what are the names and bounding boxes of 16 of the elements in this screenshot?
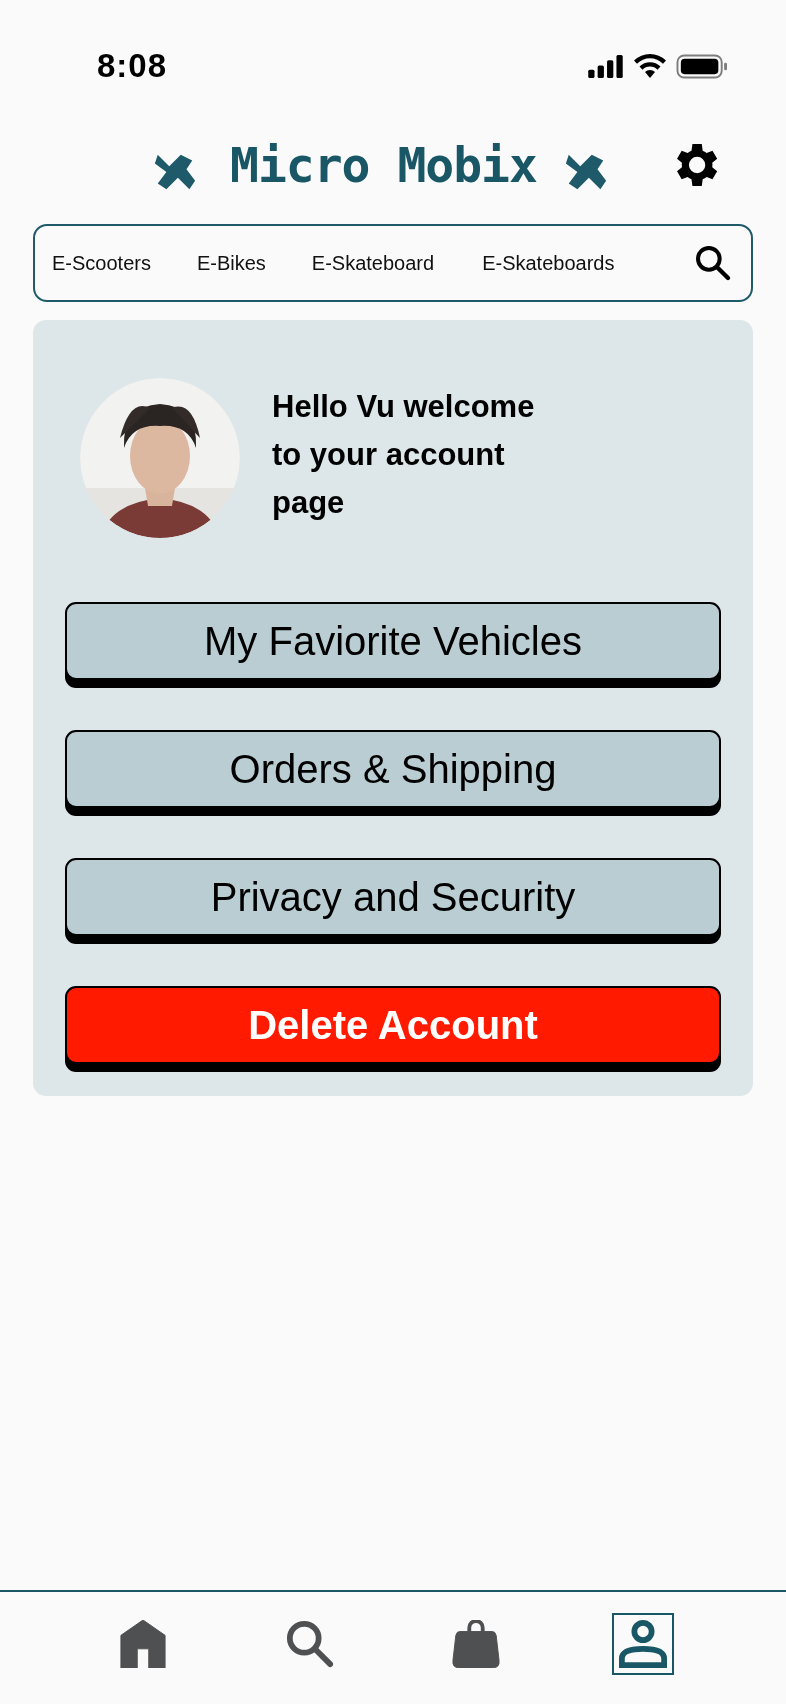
- signal-icon: [588, 54, 624, 78]
- shopping-bag-icon: [452, 1620, 501, 1668]
- search-icon: [285, 1620, 334, 1668]
- battery-icon: [676, 53, 728, 79]
- category-link[interactable]: E-Scooters: [52, 251, 151, 275]
- search-icon[interactable]: [693, 243, 733, 283]
- profile-icon: [618, 1620, 667, 1668]
- wifi-icon: [634, 54, 666, 78]
- home-icon: [119, 1620, 168, 1668]
- category-link[interactable]: E-Skateboard: [311, 251, 435, 275]
- clock-time: 8:08: [97, 47, 168, 85]
- greeting-text: Hello Vu welcome to your account page: [272, 388, 536, 522]
- category-link[interactable]: E-Skateboards: [482, 251, 615, 275]
- nav-tab[interactable]: [611, 1613, 674, 1675]
- category-link[interactable]: E-Bikes: [196, 251, 266, 275]
- app-title: Micro Mobix: [230, 137, 537, 193]
